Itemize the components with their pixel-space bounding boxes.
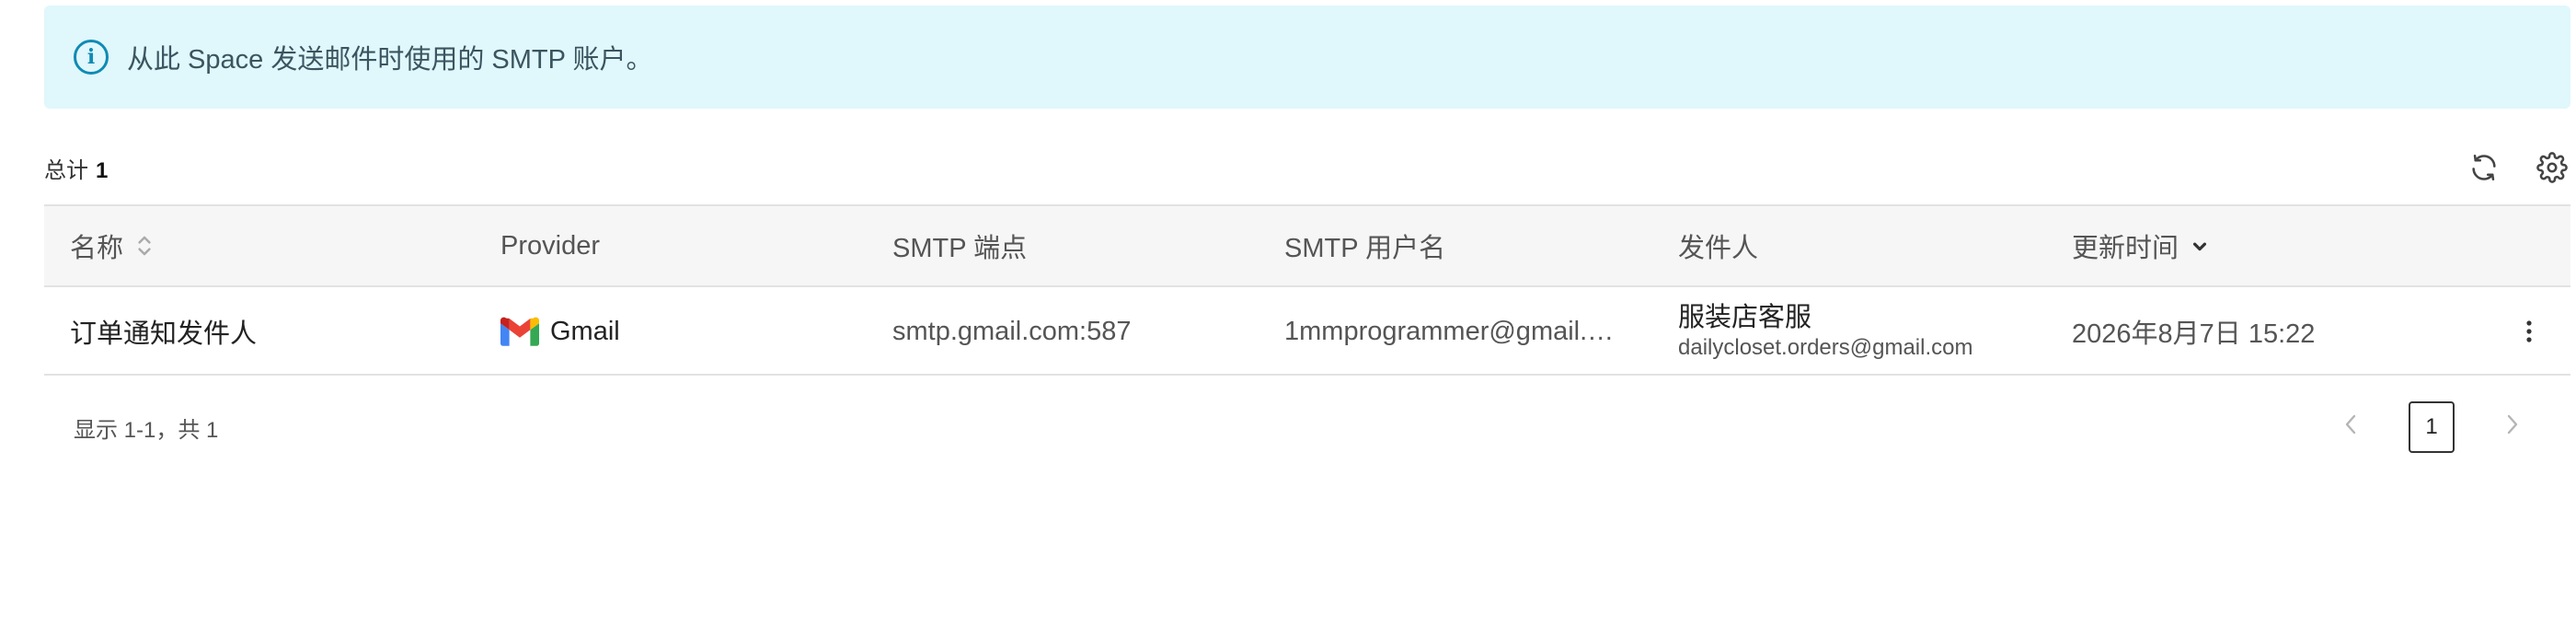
settings-button[interactable] bbox=[2534, 149, 2570, 186]
chevron-left-icon bbox=[2345, 414, 2356, 435]
refresh-icon bbox=[2472, 154, 2496, 181]
info-icon: i bbox=[74, 40, 109, 75]
chevron-right-icon bbox=[2507, 414, 2518, 435]
cell-sender: 服装店客服 dailycloset.orders@gmail.com bbox=[1678, 287, 1972, 376]
sort-descending-icon bbox=[2192, 242, 2207, 251]
column-header-name[interactable]: 名称 bbox=[70, 226, 153, 265]
info-banner: i 从此 Space 发送邮件时使用的 SMTP 账户。 bbox=[44, 6, 2570, 109]
page-1-button[interactable]: 1 bbox=[2409, 401, 2455, 453]
total-count: 总计 1 bbox=[44, 152, 108, 184]
total-value: 1 bbox=[96, 157, 109, 183]
table-header: 名称 Provider SMTP 端点 SMTP 用户名 发件人 更新时间 bbox=[44, 206, 2570, 287]
gear-icon bbox=[2536, 152, 2568, 183]
provider-label: Gmail bbox=[550, 316, 620, 346]
pagination-range: 显示 1-1，共 1 bbox=[74, 417, 219, 443]
smtp-accounts-table: 名称 Provider SMTP 端点 SMTP 用户名 发件人 更新时间 订单… bbox=[44, 204, 2570, 376]
sender-email: dailycloset.orders@gmail.com bbox=[1678, 335, 1973, 360]
column-header-username: SMTP 用户名 bbox=[1284, 234, 1446, 263]
next-page-button[interactable] bbox=[2499, 412, 2526, 443]
cell-provider: Gmail bbox=[500, 287, 620, 376]
total-label: 总计 bbox=[44, 157, 88, 183]
cell-username: 1mmprogrammer@gmail.com bbox=[1284, 287, 1625, 376]
column-header-provider: Provider bbox=[500, 230, 600, 261]
row-menu-button[interactable] bbox=[2515, 287, 2543, 376]
sort-icon bbox=[138, 236, 151, 256]
refresh-button[interactable] bbox=[2466, 149, 2502, 186]
info-banner-text: 从此 Space 发送邮件时使用的 SMTP 账户。 bbox=[127, 45, 653, 75]
table-row[interactable]: 订单通知发件人 Gmail smtp.gmail.com:587 1mmprog… bbox=[44, 287, 2570, 376]
username-text: 1mmprogrammer@gmail.com bbox=[1284, 317, 1625, 346]
cell-name: 订单通知发件人 bbox=[70, 319, 258, 349]
gmail-icon bbox=[500, 317, 539, 346]
pagination: 1 bbox=[2337, 401, 2526, 453]
cell-endpoint: smtp.gmail.com:587 bbox=[892, 316, 1132, 346]
table-toolbar: 总计 1 bbox=[44, 147, 2570, 188]
more-vertical-icon bbox=[2526, 320, 2532, 342]
sender-name: 服装店客服 bbox=[1678, 303, 1812, 332]
column-header-endpoint: SMTP 端点 bbox=[892, 234, 1028, 263]
table-footer: 显示 1-1，共 1 1 bbox=[44, 398, 2570, 457]
prev-page-button[interactable] bbox=[2337, 412, 2364, 443]
column-header-sender: 发件人 bbox=[1678, 234, 1759, 263]
column-header-updated[interactable]: 更新时间 bbox=[2072, 226, 2208, 265]
cell-updated: 2026年8月7日 15:22 bbox=[2072, 319, 2316, 349]
